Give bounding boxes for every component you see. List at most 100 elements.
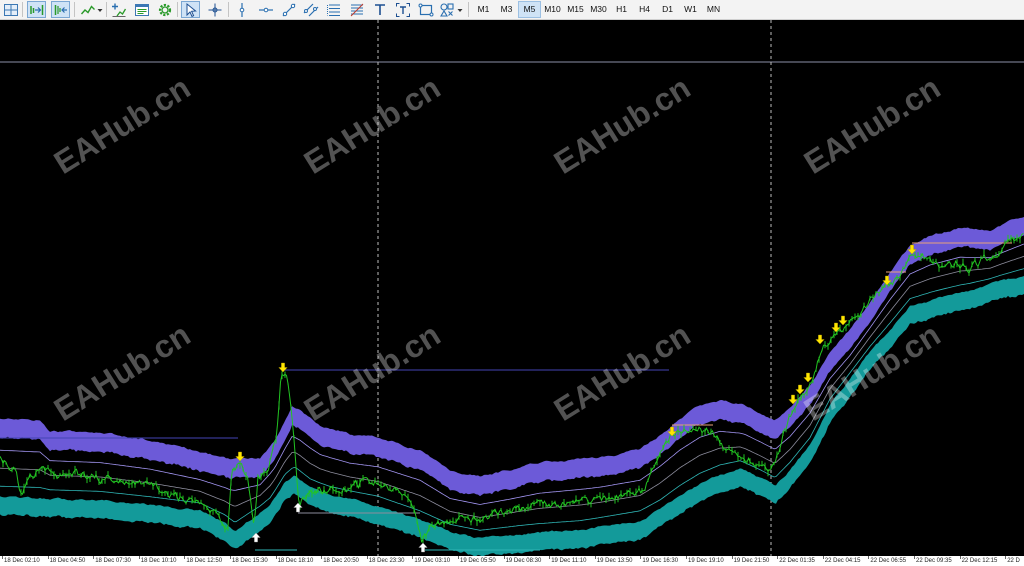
- fibonacci-button[interactable]: [324, 1, 343, 18]
- time-axis-tick: [868, 556, 870, 559]
- shapes-dropdown[interactable]: [456, 1, 464, 18]
- trend-line-button[interactable]: [279, 1, 298, 18]
- horizontal-line-icon: [258, 7, 273, 12]
- time-axis-label: 18 Dec 12:50: [186, 558, 223, 564]
- time-axis-tick: [731, 556, 733, 559]
- channel-icon: [303, 3, 318, 16]
- timeframe-h4[interactable]: H4: [633, 1, 656, 18]
- time-axis-tick: [275, 556, 277, 559]
- toolbar-separator: [22, 2, 23, 17]
- timeframe-m10[interactable]: M10: [541, 1, 564, 18]
- fibonacci-fan-button[interactable]: [347, 1, 366, 18]
- templates-icon: [134, 3, 149, 16]
- buy-signal-arrow: [418, 542, 428, 553]
- timeframe-mn[interactable]: MN: [702, 1, 725, 18]
- watermark-text: EAHub.cn: [298, 69, 447, 181]
- chart-type-dropdown[interactable]: [96, 1, 104, 18]
- line-chart-icon: [80, 4, 95, 14]
- watermark-text: EAHub.cn: [48, 69, 197, 181]
- chart-shift-icon: [54, 4, 67, 15]
- rectangle-button[interactable]: [416, 1, 435, 18]
- watermark-text: EAHub.cn: [548, 316, 697, 428]
- time-axis-tick: [822, 556, 824, 559]
- toolbar-separator: [74, 2, 75, 17]
- chart-type-button[interactable]: [78, 1, 97, 18]
- templates-button[interactable]: [132, 1, 151, 18]
- time-axis-tick: [2, 556, 3, 559]
- time-axis-label: 18 Dec 04:50: [49, 558, 86, 564]
- chart-toolbar: M1 M3 M5 M10 M15 M30 H1 H4 D1 W1 MN: [0, 0, 1024, 20]
- text-label-icon: [395, 2, 410, 17]
- time-axis-tick: [959, 556, 961, 559]
- time-axis-label: 18 Dec 20:50: [323, 558, 359, 564]
- tile-windows-button[interactable]: [1, 1, 20, 18]
- time-axis-label: 18 Dec 02:10: [4, 558, 40, 564]
- time-axis-tick: [184, 556, 186, 559]
- watermark-text: EAHub.cn: [548, 69, 697, 181]
- time-axis-label: 19 Dec 03:10: [414, 558, 451, 564]
- timeframe-m3[interactable]: M3: [495, 1, 518, 18]
- time-axis-label: 22 Dec 06:55: [870, 558, 907, 564]
- sell-signal-arrow: [838, 315, 848, 326]
- timeframe-m1[interactable]: M1: [472, 1, 495, 18]
- sell-signal-arrow: [795, 384, 805, 395]
- cursor-button[interactable]: [181, 1, 200, 18]
- rectangle-icon: [418, 3, 433, 16]
- time-axis-tick: [412, 556, 414, 559]
- text-icon: [374, 3, 385, 15]
- sell-signal-arrow: [803, 372, 813, 383]
- watermark-text: EAHub.cn: [48, 316, 197, 428]
- time-axis-label: 22 Dec 04:15: [824, 558, 861, 564]
- timeframe-h1[interactable]: H1: [610, 1, 633, 18]
- time-axis-label: 18 Dec 23:30: [368, 558, 405, 564]
- time-axis-tick: [594, 556, 596, 559]
- horizontal-line-button[interactable]: [256, 1, 275, 18]
- chart-shift-button[interactable]: [51, 1, 70, 18]
- time-axis-label: 19 Dec 05:50: [460, 558, 496, 564]
- auto-scroll-icon: [29, 4, 43, 15]
- time-axis-tick: [640, 556, 642, 559]
- experts-button[interactable]: [155, 1, 174, 18]
- time-axis-label: 19 Dec 16:30: [642, 558, 679, 564]
- fibonacci-fan-icon: [350, 3, 363, 16]
- time-axis-tick: [230, 556, 231, 559]
- vertical-line-button[interactable]: [232, 1, 251, 18]
- timeframe-w1[interactable]: W1: [679, 1, 702, 18]
- auto-scroll-button[interactable]: [27, 1, 46, 18]
- timeframe-m30[interactable]: M30: [587, 1, 610, 18]
- time-axis-label: 19 Dec 11:10: [551, 558, 587, 564]
- crosshair-button[interactable]: [205, 1, 224, 18]
- channel-button[interactable]: [301, 1, 320, 18]
- watermark-text: EAHub.cn: [798, 69, 947, 181]
- toolbar-separator: [177, 2, 178, 17]
- time-axis-label: 18 Dec 18:10: [277, 558, 314, 564]
- toolbar-separator: [228, 2, 229, 17]
- timeframe-d1[interactable]: D1: [656, 1, 679, 18]
- time-axis: 18 Dec 02:10 18 Dec 04:50 18 Dec 07:30 18 D…: [0, 556, 1024, 566]
- time-axis-tick: [777, 556, 779, 559]
- shapes-icon: [439, 2, 454, 17]
- indicators-button[interactable]: [109, 1, 128, 18]
- time-axis-label: 19 Dec 19:10: [688, 558, 724, 564]
- price-chart-canvas[interactable]: EAHub.cn EAHub.cn EAHub.cn EAHub.cn EAHub.cn…: [0, 20, 1024, 556]
- text-button[interactable]: [370, 1, 389, 18]
- time-axis-label: 22 Dec 09:35: [916, 558, 952, 564]
- shapes-button[interactable]: [437, 1, 456, 18]
- toolbar-separator: [468, 2, 469, 17]
- fibonacci-icon: [326, 4, 340, 16]
- chevron-down-icon: [97, 8, 103, 12]
- sell-signal-arrow: [815, 334, 825, 345]
- time-axis-label: 18 Dec 10:10: [140, 558, 177, 564]
- tile-windows-icon: [3, 3, 18, 16]
- timeframe-m5[interactable]: M5: [518, 1, 541, 18]
- time-axis-tick: [93, 556, 95, 559]
- time-axis-tick: [458, 556, 459, 559]
- timeframe-m15[interactable]: M15: [564, 1, 587, 18]
- time-axis-tick: [366, 556, 368, 559]
- price-chart[interactable]: EAHub.cn EAHub.cn EAHub.cn EAHub.cn EAHub.cn…: [0, 20, 1024, 556]
- text-label-button[interactable]: [393, 1, 412, 18]
- time-axis-label: 19 Dec 08:30: [505, 558, 542, 564]
- vertical-line-icon: [239, 2, 244, 17]
- crosshair-icon: [208, 3, 221, 16]
- time-axis-tick: [47, 556, 49, 559]
